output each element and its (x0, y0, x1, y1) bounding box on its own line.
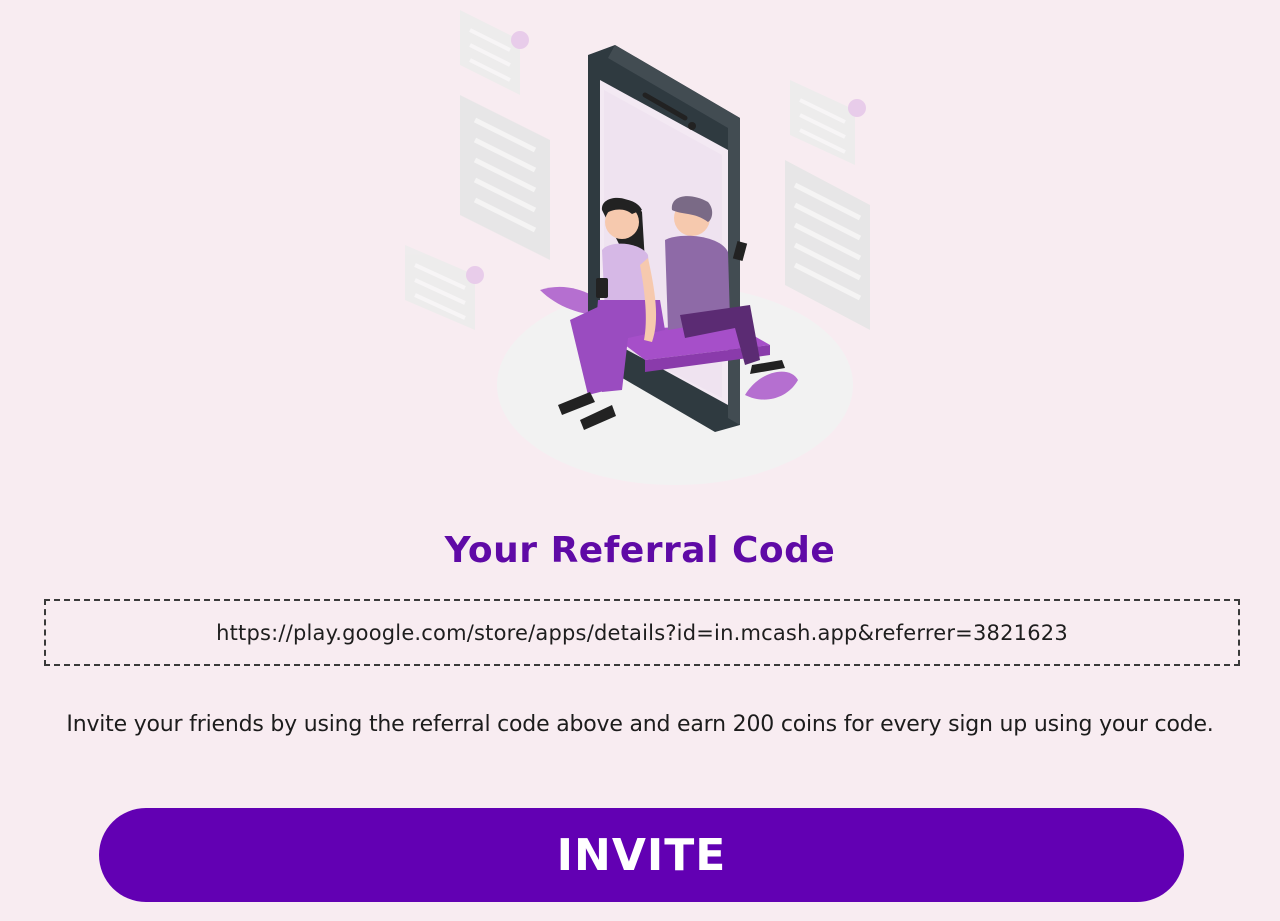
chat-bubble-icon (785, 160, 870, 330)
referral-code-box[interactable]: https://play.google.com/store/apps/detai… (44, 599, 1240, 666)
referral-link-text[interactable]: https://play.google.com/store/apps/detai… (216, 621, 1068, 645)
chat-bubble-icon (790, 80, 866, 165)
invite-button[interactable]: INVITE (99, 808, 1184, 902)
chat-bubble-icon (405, 245, 484, 330)
referral-screen: Your Referral Code https://play.google.c… (0, 0, 1280, 921)
invite-button-label: INVITE (556, 829, 727, 881)
chat-bubble-icon (460, 10, 529, 95)
referral-title: Your Referral Code (444, 530, 836, 571)
referral-description: Invite your friends by using the referra… (66, 712, 1214, 737)
referral-illustration (405, 10, 870, 485)
chat-bubble-icon (460, 95, 550, 260)
